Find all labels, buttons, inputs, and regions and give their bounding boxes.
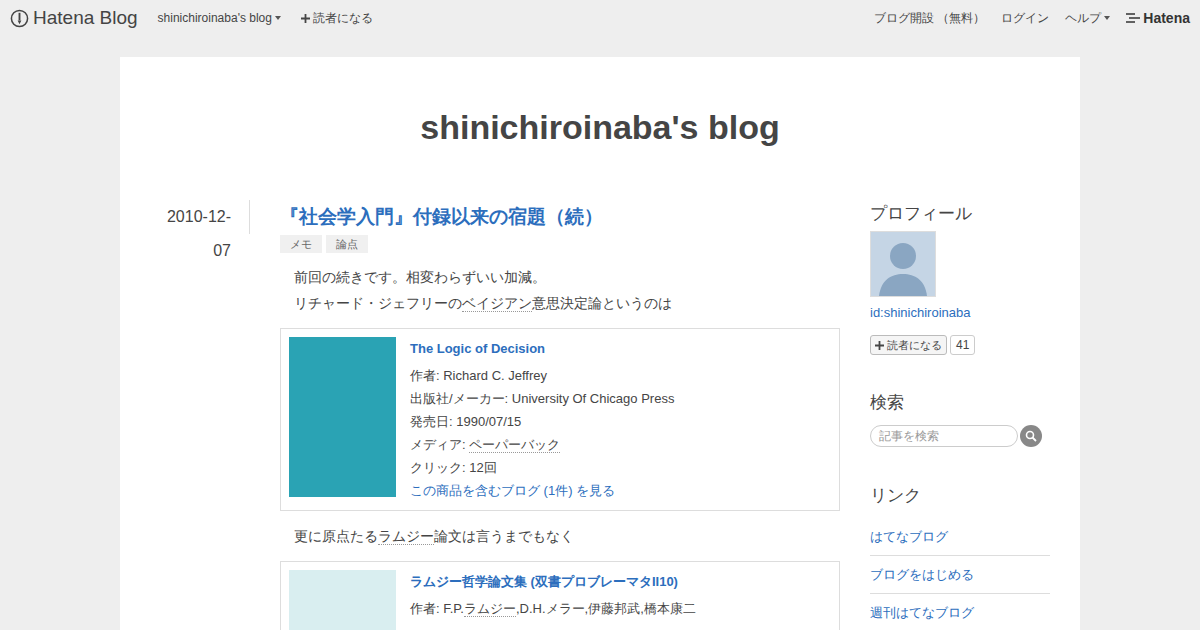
- sidebar-heading: プロフィール: [870, 200, 1050, 228]
- product-title[interactable]: ラムジー哲学論文集 (双書プロブレーマタII10): [410, 570, 696, 593]
- plus-icon: [301, 14, 310, 23]
- entry-paragraph: 前回の続きです。相変わらずいい加減。: [280, 264, 840, 290]
- page: Hatena Blogshinichiroinaba's blog読者になるブロ…: [0, 0, 1200, 630]
- hatena-logo[interactable]: Hatena: [1126, 8, 1190, 29]
- subscriber-count: 41: [950, 335, 975, 355]
- entry-paragraph: リチャード・ジェフリーのベイジアン意思決定論というのは: [280, 290, 840, 316]
- plus-icon: [875, 341, 884, 350]
- sidebar-link[interactable]: ブログをはじめる: [870, 556, 1050, 594]
- search-icon: [1025, 430, 1037, 442]
- product-box: The Logic of Decision 作者: Richard C. Jeff…: [280, 328, 840, 511]
- product-box: ラムジー哲学論文集 (双書プロブレーマタII10) 作者: F.P.ラムジー,D.…: [280, 561, 840, 630]
- entry: 『社会学入門』付録以来の宿題（続）メモ論点前回の続きです。相変わらずいい加減。リ…: [280, 200, 840, 630]
- top-bar: Hatena Blog shinichiroinaba's blog 読者になる ブロ…: [0, 0, 1200, 36]
- product-title[interactable]: The Logic of Decision: [410, 337, 674, 360]
- keyword-link[interactable]: ラムジー: [464, 601, 516, 617]
- entry-paragraph: 更に原点たるラムジー論文は言うまでもなく: [280, 523, 840, 549]
- top-link[interactable]: ヘルプ: [1065, 9, 1110, 27]
- top-link[interactable]: ブログ開設 （無料）: [874, 9, 985, 27]
- blog-menu[interactable]: shinichiroinaba's blog: [158, 9, 281, 27]
- caret-icon: [1104, 16, 1110, 20]
- avatar-icon: [871, 232, 935, 296]
- product-detail: 作者: F.P.ラムジー,D.H.メラー,伊藤邦武,橋本康二: [410, 597, 696, 620]
- blog-title[interactable]: shinichiroinaba's blog: [120, 57, 1080, 200]
- product-detail: 作者: Richard C. Jeffrey: [410, 364, 674, 387]
- sidebar-heading: リンク: [870, 482, 1050, 510]
- product-blogs-link[interactable]: この商品を含むブログ (1件) を見る: [410, 479, 674, 502]
- product-detail: クリック: 12回: [410, 456, 674, 479]
- subscribe-button[interactable]: 読者になる: [870, 335, 947, 355]
- product-detail: 発売日: 1990/07/15: [410, 410, 674, 433]
- top-link[interactable]: ログイン: [1001, 9, 1049, 27]
- hatena-blog-logo-icon: [10, 9, 29, 28]
- caret-icon: [275, 16, 281, 20]
- hatena-blog-logo[interactable]: Hatena Blog: [10, 4, 138, 33]
- keyword-link[interactable]: ベイジアン: [462, 295, 532, 312]
- sidebar-link[interactable]: はてなブログ: [870, 518, 1050, 556]
- book-cover[interactable]: [289, 570, 396, 630]
- entry-tag[interactable]: 論点: [326, 235, 368, 253]
- entry-tag[interactable]: メモ: [280, 235, 322, 253]
- sidebar-link[interactable]: 週刊はてなブログ: [870, 594, 1050, 630]
- product-detail: メディア: ペーパーバック: [410, 433, 674, 456]
- entry-title[interactable]: 『社会学入門』付録以来の宿題（続）: [280, 200, 840, 234]
- search-input[interactable]: 記事を検索: [870, 425, 1018, 447]
- product-detail: 出版社/メーカー: University Of Chicago Press: [410, 387, 674, 410]
- entry-date[interactable]: 2010-12-07: [150, 200, 250, 234]
- sidebar-heading: 検索: [870, 389, 1050, 417]
- book-cover[interactable]: [289, 337, 396, 497]
- content-box: shinichiroinaba's blog2010-12-07 『社会学入門』付…: [120, 57, 1080, 630]
- keyword-link[interactable]: ペーパーバック: [469, 437, 560, 453]
- hatena-logo-icon: [1126, 13, 1140, 23]
- avatar[interactable]: [870, 231, 936, 297]
- search-button[interactable]: [1020, 425, 1042, 447]
- subscribe-link[interactable]: 読者になる: [301, 9, 373, 27]
- profile-id[interactable]: id:shinichiroinaba: [870, 303, 1050, 323]
- sidebar: プロフィール id:shinichiroinaba 読者になる41 検索記事を検索リン…: [870, 200, 1050, 630]
- keyword-link[interactable]: ラムジー: [378, 528, 434, 545]
